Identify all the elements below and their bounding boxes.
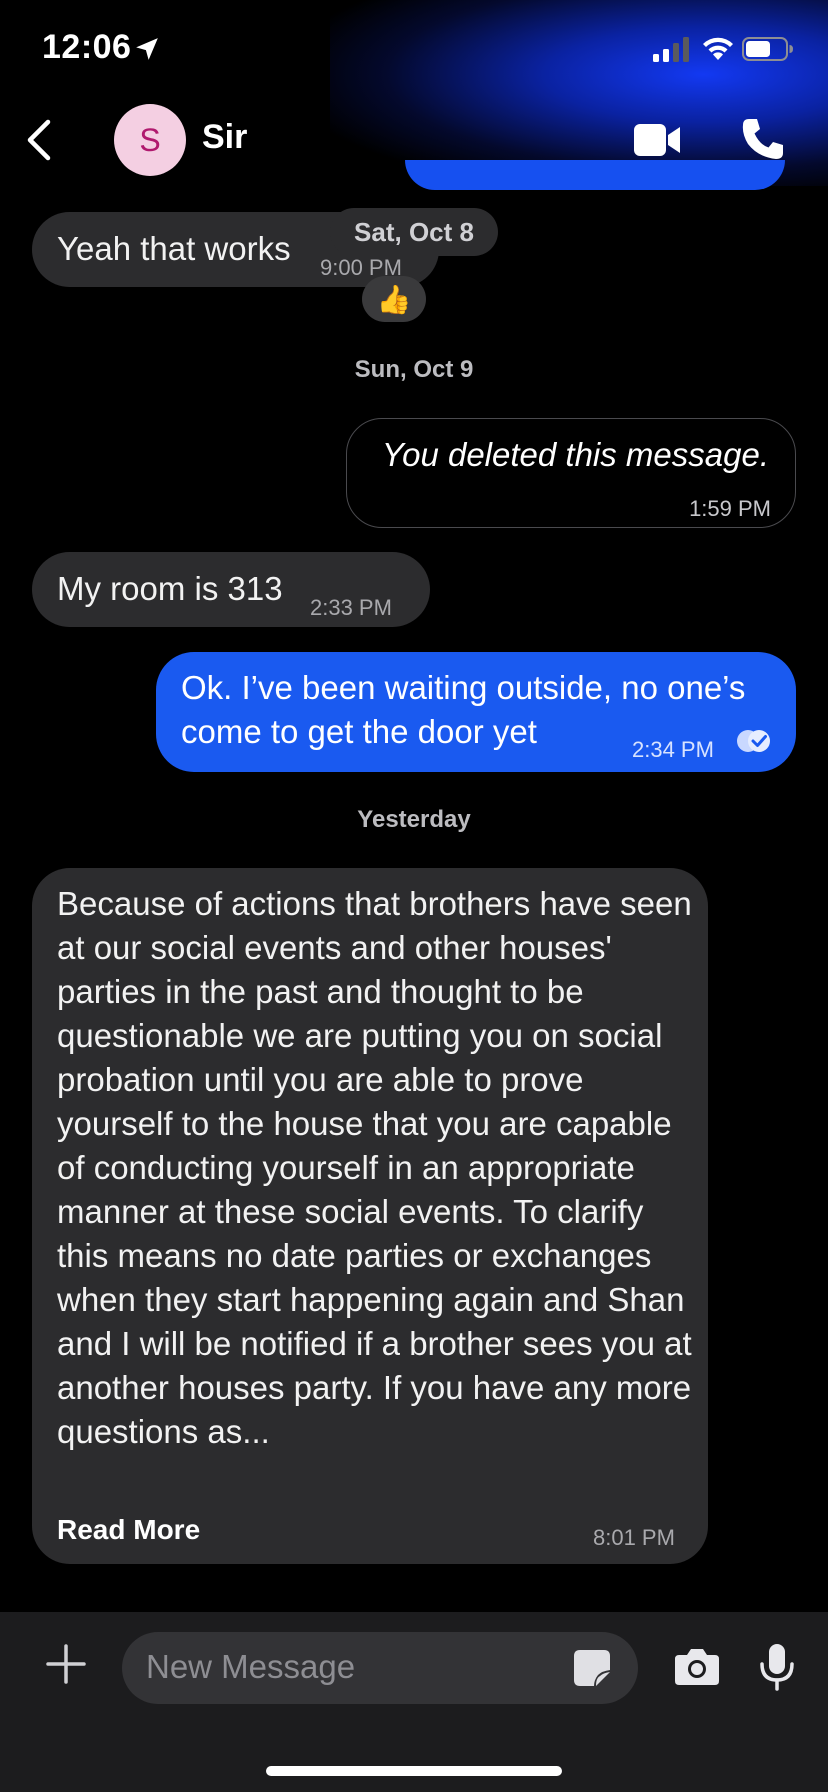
avatar[interactable]: S (114, 104, 186, 176)
signal-icon (653, 37, 689, 62)
message-bubble-outgoing[interactable]: Ok. I’ve been waiting outside, no one’s … (156, 652, 796, 772)
message-bubble-incoming-long[interactable]: Because of actions that brothers have se… (32, 868, 708, 1564)
avatar-letter: S (139, 121, 161, 158)
message-time: 2:33 PM (310, 595, 392, 620)
message-time: 2:34 PM (632, 737, 714, 762)
plus-icon[interactable] (46, 1644, 86, 1684)
message-bubble-partial (405, 160, 785, 190)
wifi-icon (703, 37, 733, 60)
deleted-message-bubble[interactable]: You deleted this message. 1:59 PM (346, 418, 796, 528)
video-call-icon[interactable] (632, 120, 682, 160)
sticker-icon[interactable] (572, 1648, 612, 1688)
read-more-link[interactable]: Read More (57, 1508, 200, 1552)
message-text: Because of actions that brothers have se… (57, 885, 692, 1450)
microphone-icon[interactable] (758, 1642, 796, 1692)
date-separator: Sun, Oct 9 (354, 356, 474, 383)
contact-name[interactable]: Sir (202, 118, 247, 157)
reaction-badge[interactable]: 👍 (362, 276, 426, 322)
camera-icon[interactable] (674, 1646, 720, 1686)
message-text: Yeah that works (57, 230, 291, 267)
message-input-placeholder: New Message (146, 1648, 356, 1685)
read-receipt-icon (737, 730, 770, 752)
status-time: 12:06 (42, 28, 132, 66)
message-input[interactable]: New Message (122, 1632, 638, 1704)
message-time: 8:01 PM (593, 1525, 675, 1550)
date-separator: Yesterday (357, 806, 471, 833)
location-arrow-icon (136, 38, 158, 60)
back-chevron-icon[interactable] (22, 118, 58, 162)
message-time: 1:59 PM (689, 496, 771, 521)
thumbs-up-icon: 👍 (376, 283, 412, 315)
message-bubble-incoming[interactable]: My room is 313 2:33 PM (32, 552, 430, 627)
message-text: You deleted this message. (381, 436, 769, 473)
phone-call-icon[interactable] (740, 116, 786, 162)
home-indicator[interactable] (266, 1766, 562, 1776)
floating-date-pill: Sat, Oct 8 (330, 208, 498, 256)
message-text: My room is 313 (57, 570, 283, 607)
battery-icon (742, 37, 793, 61)
